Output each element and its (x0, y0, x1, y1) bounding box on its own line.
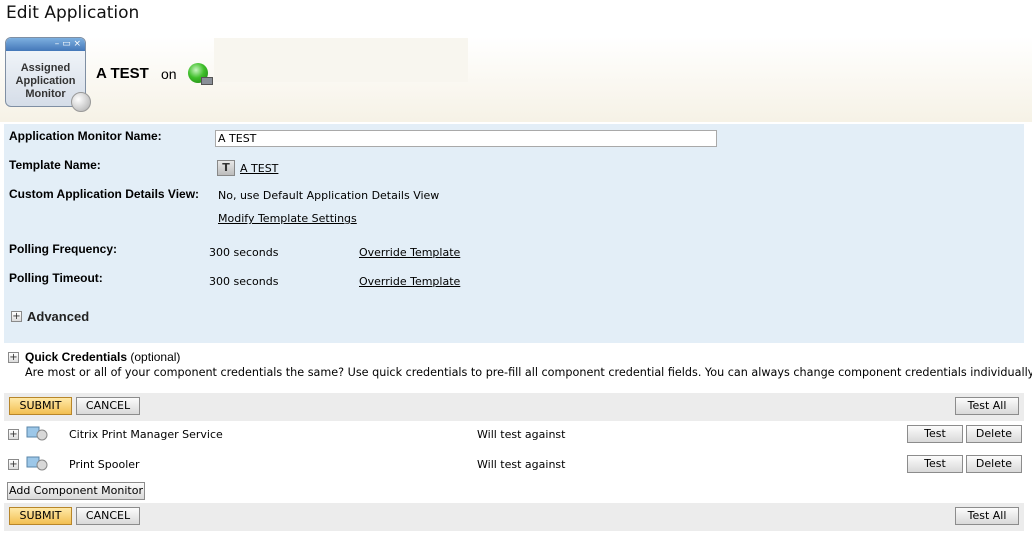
disc-icon (71, 92, 91, 112)
quick-credentials-optional: (optional) (130, 350, 181, 364)
delete-component-button[interactable]: Delete (966, 425, 1022, 443)
application-form-panel (4, 124, 1024, 343)
bottom-action-bar (4, 503, 1024, 531)
custom-view-label: Custom Application Details View: (9, 187, 200, 201)
template-name-label: Template Name: (9, 158, 101, 172)
add-component-monitor-button[interactable]: Add Component Monitor (7, 482, 145, 500)
page-title: Edit Application (6, 3, 140, 23)
quick-credentials-title: Quick Credentials (25, 350, 128, 364)
delete-component-button[interactable]: Delete (966, 455, 1022, 473)
component-expand-icon[interactable]: + (8, 459, 19, 470)
application-name: A TEST (96, 65, 149, 82)
template-name-link[interactable]: A TEST (240, 162, 278, 175)
test-all-button[interactable]: Test All (955, 507, 1019, 525)
test-component-button[interactable]: Test (907, 455, 963, 473)
monitor-name-label: Application Monitor Name: (9, 129, 162, 143)
component-monitor-icon (26, 456, 48, 471)
monitor-name-input[interactable] (215, 130, 717, 147)
quick-credentials-description: Are most or all of your component creden… (25, 366, 1032, 379)
custom-view-value: No, use Default Application Details View (218, 189, 440, 202)
polling-frequency-override-link[interactable]: Override Template (359, 246, 460, 259)
cancel-button[interactable]: CANCEL (76, 507, 140, 525)
polling-timeout-override-link[interactable]: Override Template (359, 275, 460, 288)
polling-frequency-value: 300 seconds (209, 246, 279, 259)
polling-timeout-value: 300 seconds (209, 275, 279, 288)
component-monitor-icon (26, 426, 48, 441)
top-action-bar (4, 393, 1024, 421)
submit-button[interactable]: SUBMIT (9, 507, 72, 525)
modify-template-settings-link[interactable]: Modify Template Settings (218, 212, 357, 225)
component-status: Will test against (477, 458, 566, 471)
submit-button[interactable]: SUBMIT (9, 397, 72, 415)
polling-frequency-label: Polling Frequency: (9, 242, 118, 256)
component-name: Citrix Print Manager Service (69, 428, 223, 441)
quick-credentials-header[interactable]: Quick Credentials (optional) (25, 350, 180, 364)
template-icon: T (217, 160, 235, 176)
advanced-label[interactable]: Advanced (27, 309, 89, 324)
component-status: Will test against (477, 428, 566, 441)
test-all-button[interactable]: Test All (955, 397, 1019, 415)
component-expand-icon[interactable]: + (8, 429, 19, 440)
component-name: Print Spooler (69, 458, 140, 471)
icon-label-line1: Assigned (20, 62, 71, 74)
polling-timeout-label: Polling Timeout: (9, 271, 103, 285)
quick-credentials-expand-icon[interactable]: + (8, 352, 19, 363)
header-background (0, 0, 1032, 122)
window-controls-icon: – ▭ × (6, 38, 85, 51)
advanced-expand-icon[interactable]: + (11, 311, 22, 322)
icon-label-line2: Application (15, 75, 76, 87)
test-component-button[interactable]: Test (907, 425, 963, 443)
assigned-application-monitor-icon: – ▭ × Assigned Application Monitor (5, 37, 91, 112)
node-small-icon (201, 77, 213, 85)
on-text: on (161, 66, 177, 82)
cancel-button[interactable]: CANCEL (76, 397, 140, 415)
node-name-area (214, 38, 468, 82)
